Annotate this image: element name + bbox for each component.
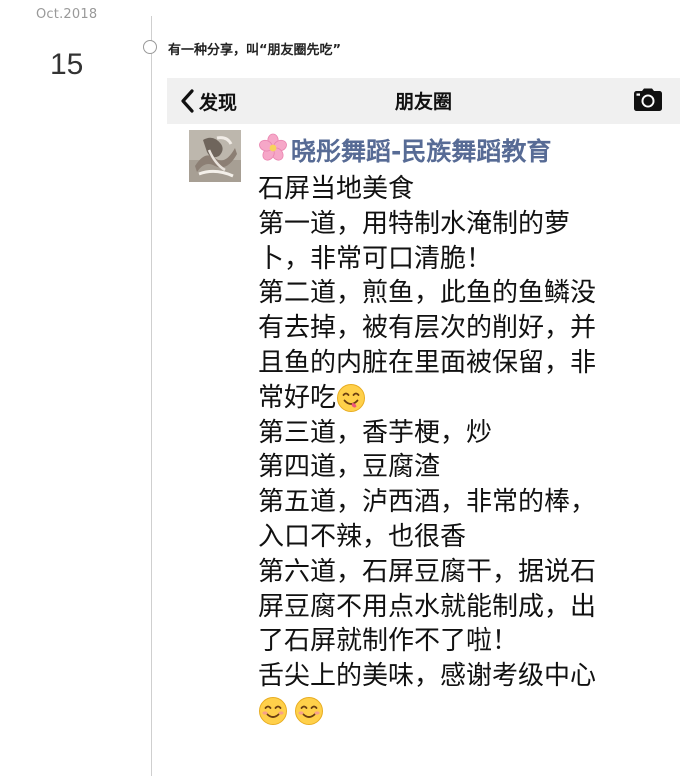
emoji-line xyxy=(258,694,668,729)
cherry-blossom-icon xyxy=(258,133,288,167)
content-line: 屏豆腐不用点水就能制成，出 xyxy=(258,591,597,622)
timeline-line xyxy=(151,16,152,776)
author-name: 晓彤舞蹈-民族舞蹈教育 xyxy=(291,137,552,166)
moments-screenshot: 发现 朋友圈 晓彤舞蹈-民族舞蹈教育 石屏当地美食 第一道，用特制水淹制的萝 卜… xyxy=(167,78,680,781)
content-line: 入口不辣，也很香 xyxy=(258,521,467,552)
content-line-with-emoji: 常好吃 xyxy=(258,381,668,416)
yum-face-emoji xyxy=(336,383,366,413)
content-line: 且鱼的内脏在里面被保留，非 xyxy=(258,347,597,378)
camera-icon[interactable] xyxy=(633,88,663,116)
post-title[interactable]: 有一种分享，叫“朋友圈先吃” xyxy=(168,39,341,58)
content-line: 舌尖上的美味，感谢考级中心 xyxy=(258,661,597,692)
content-line: 第六道，石屏豆腐干，据说石 xyxy=(258,556,597,587)
content-line: 第四道，豆腐渣 xyxy=(258,452,441,483)
content-line: 了石屏就制作不了啦！ xyxy=(258,626,519,657)
content-line: 第二道，煎鱼，此鱼的鱼鳞没 xyxy=(258,278,597,309)
timeline-month: Oct.2018 xyxy=(36,7,98,22)
author-link[interactable]: 晓彤舞蹈-民族舞蹈教育 xyxy=(258,132,551,168)
content-line-text: 常好吃 xyxy=(258,382,337,413)
content-line: 第一道，用特制水淹制的萝 xyxy=(258,208,571,239)
content-line: 第三道，香芋梗，炒 xyxy=(258,417,493,448)
smiling-face-emoji xyxy=(294,696,324,726)
content-line: 卜，非常可口清脆！ xyxy=(258,243,493,274)
timeline-dot-icon xyxy=(143,40,157,54)
content-line: 第五道，泸西酒，非常的棒， xyxy=(258,487,597,518)
smiling-face-emoji xyxy=(258,696,288,726)
nav-bar: 发现 朋友圈 xyxy=(167,78,680,124)
post-content: 石屏当地美食 第一道，用特制水淹制的萝 卜，非常可口清脆！ 第二道，煎鱼，此鱼的… xyxy=(258,172,668,729)
content-line: 石屏当地美食 xyxy=(258,174,415,204)
timeline-day: 15 xyxy=(50,48,84,81)
content-line: 有去掉，被有层次的削好，并 xyxy=(258,313,597,344)
avatar[interactable] xyxy=(189,130,241,182)
nav-title: 朋友圈 xyxy=(394,91,452,113)
